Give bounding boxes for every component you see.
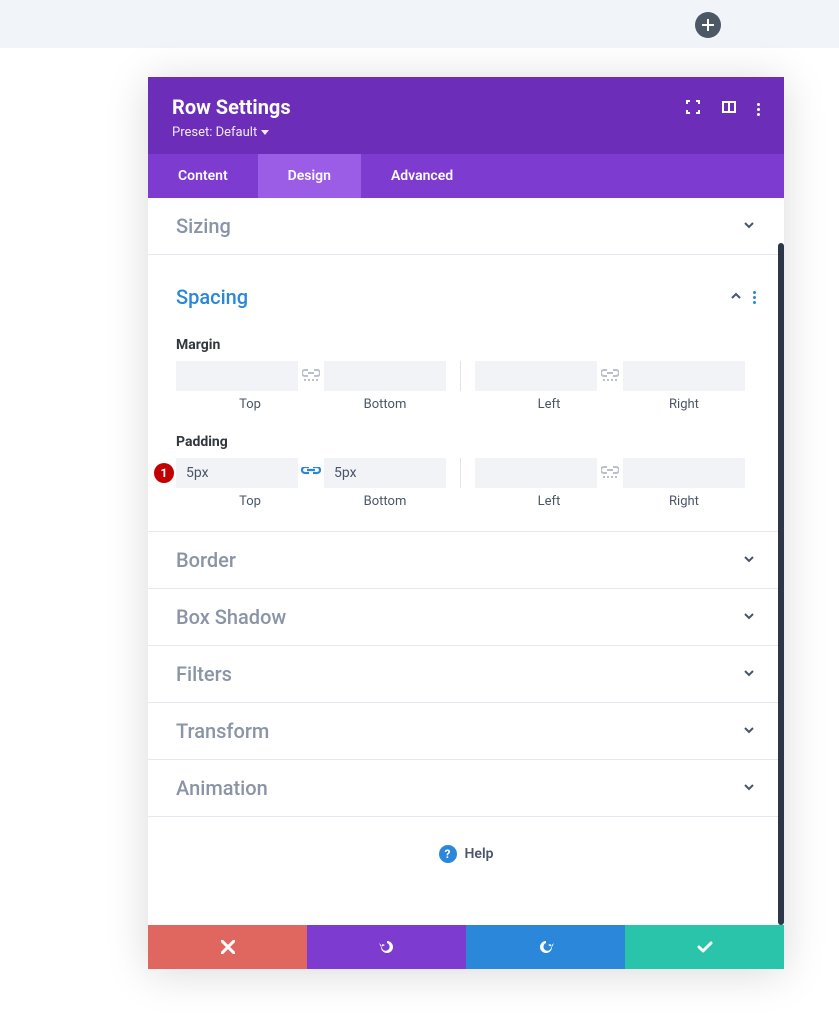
section-title: Animation	[176, 776, 268, 800]
chevron-down-icon	[742, 722, 756, 741]
section-title: Spacing	[176, 285, 248, 309]
help-label: Help	[465, 846, 494, 862]
tab-content[interactable]: Content	[148, 154, 258, 198]
help-icon: ?	[439, 845, 457, 863]
section-header-animation[interactable]: Animation	[148, 760, 784, 816]
chevron-down-icon	[742, 779, 756, 798]
section-spacing: Spacing Margin	[148, 255, 784, 532]
section-header-border[interactable]: Border	[148, 532, 784, 588]
section-header-box-shadow[interactable]: Box Shadow	[148, 589, 784, 645]
spacing-body: Margin Top	[148, 337, 784, 531]
chevron-down-icon	[742, 665, 756, 684]
link-icon[interactable]	[597, 369, 623, 383]
section-header-spacing[interactable]: Spacing	[148, 255, 784, 325]
redo-button[interactable]	[466, 925, 625, 969]
section-header-sizing[interactable]: Sizing	[148, 198, 784, 254]
preset-label: Preset: Default	[172, 125, 257, 140]
add-module-button[interactable]	[695, 12, 721, 38]
header-menu-icon[interactable]	[757, 103, 760, 116]
left-label: Left	[538, 397, 561, 412]
save-button[interactable]	[625, 925, 784, 969]
bottom-label: Bottom	[364, 494, 407, 509]
right-label: Right	[669, 494, 699, 509]
padding-left-input[interactable]	[475, 458, 597, 488]
help-row[interactable]: ? Help	[148, 817, 784, 891]
margin-top-input[interactable]	[176, 361, 298, 391]
margin-bottom-input[interactable]	[324, 361, 446, 391]
margin-controls: Top Bottom	[176, 361, 756, 412]
expand-icon[interactable]	[685, 99, 701, 119]
section-filters: Filters	[148, 646, 784, 703]
padding-right-input[interactable]	[623, 458, 745, 488]
link-icon[interactable]	[597, 466, 623, 480]
link-icon[interactable]	[298, 369, 324, 383]
chevron-up-icon	[729, 288, 743, 307]
section-sizing: Sizing	[148, 198, 784, 255]
modal-title: Row Settings	[172, 95, 291, 119]
padding-controls: 1 Top	[176, 458, 756, 509]
chevron-down-icon	[742, 217, 756, 236]
modal-header: Row Settings Preset: Default	[148, 77, 784, 154]
modal-footer	[148, 925, 784, 969]
divider	[460, 458, 461, 488]
section-title: Filters	[176, 662, 232, 686]
padding-bottom-input[interactable]	[324, 458, 446, 488]
margin-right-input[interactable]	[623, 361, 745, 391]
section-title: Border	[176, 548, 236, 572]
caret-down-icon	[261, 130, 269, 135]
section-header-filters[interactable]: Filters	[148, 646, 784, 702]
preset-selector[interactable]: Preset: Default	[172, 125, 291, 140]
section-box-shadow: Box Shadow	[148, 589, 784, 646]
scrollbar[interactable]	[778, 243, 784, 925]
left-label: Left	[538, 494, 561, 509]
row-settings-modal: Row Settings Preset: Default Content Des…	[148, 77, 784, 969]
tab-design[interactable]: Design	[258, 154, 361, 198]
bottom-label: Bottom	[364, 397, 407, 412]
top-label: Top	[239, 494, 261, 509]
cancel-button[interactable]	[148, 925, 307, 969]
section-animation: Animation	[148, 760, 784, 817]
annotation-badge-1: 1	[154, 463, 174, 483]
modal-body: Sizing Spacing	[148, 198, 784, 925]
divider	[460, 361, 461, 391]
section-title: Sizing	[176, 214, 231, 238]
tab-bar: Content Design Advanced	[148, 154, 784, 198]
section-transform: Transform	[148, 703, 784, 760]
section-menu-icon[interactable]	[753, 291, 756, 304]
panel-icon[interactable]	[721, 99, 737, 119]
margin-label: Margin	[176, 337, 756, 353]
section-title: Box Shadow	[176, 605, 286, 629]
padding-top-input[interactable]	[176, 458, 298, 488]
undo-button[interactable]	[307, 925, 466, 969]
padding-label: Padding	[176, 434, 756, 450]
right-label: Right	[669, 397, 699, 412]
tab-advanced[interactable]: Advanced	[361, 154, 483, 198]
chevron-down-icon	[742, 551, 756, 570]
section-title: Transform	[176, 719, 269, 743]
link-icon[interactable]	[298, 467, 324, 479]
section-header-transform[interactable]: Transform	[148, 703, 784, 759]
top-label: Top	[239, 397, 261, 412]
chevron-down-icon	[742, 608, 756, 627]
section-border: Border	[148, 532, 784, 589]
margin-left-input[interactable]	[475, 361, 597, 391]
